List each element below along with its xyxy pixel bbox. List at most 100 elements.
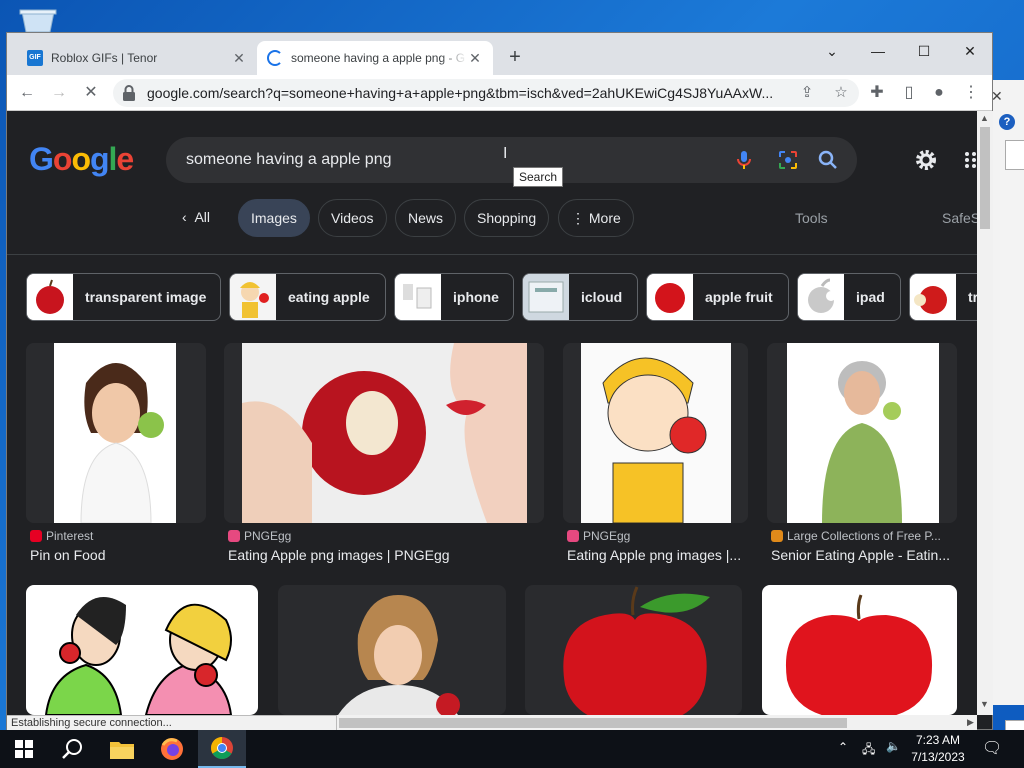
scrollbar-thumb[interactable] — [980, 127, 990, 229]
result-image[interactable] — [26, 585, 258, 715]
file-explorer-button[interactable] — [98, 730, 146, 768]
menu-kebab-icon[interactable]: ⋮ — [959, 81, 983, 105]
tab-tenor[interactable]: GIF Roblox GIFs | Tenor ✕ — [17, 41, 257, 75]
volume-muted-icon[interactable]: 🔈 — [886, 739, 901, 768]
show-hidden-icons-chevron-icon[interactable]: ⌃ — [838, 740, 848, 768]
image-result[interactable] — [762, 585, 957, 715]
image-result[interactable] — [278, 585, 506, 715]
image-result[interactable]: Pinterest Pin on Food — [26, 343, 206, 583]
minimize-icon[interactable]: — — [855, 37, 901, 65]
related-search-chip[interactable]: icloud — [522, 273, 638, 321]
help-icon[interactable]: ? — [999, 114, 1015, 130]
search-query[interactable]: someone having a apple png — [186, 137, 392, 183]
filter-label: All — [194, 209, 211, 225]
result-image[interactable] — [525, 585, 742, 715]
start-button[interactable] — [0, 730, 48, 768]
status-bar: Establishing secure connection... — [7, 715, 337, 731]
image-result[interactable] — [26, 585, 258, 715]
clock[interactable]: 7:23 AM 7/13/2023 — [906, 732, 970, 766]
apple-thumbnail — [647, 274, 693, 320]
related-search-chip[interactable]: apple fruit — [646, 273, 789, 321]
tab-search-chevron-icon[interactable]: ⌄ — [809, 37, 855, 65]
settings-gear-icon[interactable] — [913, 147, 939, 173]
result-source[interactable]: Large Collections of Free P... — [771, 529, 941, 543]
related-search-chip[interactable]: transparent image — [26, 273, 221, 321]
result-image[interactable] — [767, 343, 957, 523]
share-icon[interactable]: ⇪ — [795, 81, 819, 105]
tab-google-images[interactable]: someone having a apple png - G ✕ — [257, 41, 493, 75]
maximize-icon[interactable]: ☐ — [901, 37, 947, 65]
stop-icon[interactable]: ✕ — [79, 81, 103, 105]
scroll-down-icon[interactable]: ▼ — [980, 699, 989, 709]
chevron-left-icon: ‹ — [182, 209, 195, 225]
result-image[interactable] — [224, 343, 544, 523]
google-apps-icon[interactable] — [964, 151, 977, 169]
image-result[interactable]: PNGEgg Eating Apple png images |... — [563, 343, 748, 583]
result-image[interactable] — [563, 343, 748, 523]
google-lens-icon[interactable] — [776, 148, 800, 172]
related-search-chip[interactable]: eating apple — [229, 273, 386, 321]
extensions-icon[interactable]: ✚ — [865, 81, 889, 105]
lock-icon[interactable] — [121, 84, 137, 102]
close-tab-icon[interactable]: ✕ — [467, 50, 483, 67]
scrollbar-thumb[interactable] — [339, 718, 847, 728]
firefox-button[interactable] — [148, 730, 196, 768]
result-source[interactable]: Pinterest — [30, 529, 93, 543]
related-search-chip[interactable]: ipad — [797, 273, 901, 321]
result-image[interactable] — [278, 585, 506, 715]
side-panel-icon[interactable]: ▯ — [897, 81, 921, 105]
source-label: Large Collections of Free P... — [787, 529, 941, 543]
image-result[interactable] — [525, 585, 742, 715]
voice-search-mic-icon[interactable] — [732, 148, 756, 172]
address-bar[interactable]: google.com/search?q=someone+having+a+app… — [113, 79, 859, 107]
filter-videos[interactable]: Videos — [318, 199, 387, 237]
filter-news[interactable]: News — [395, 199, 457, 237]
network-icon[interactable]: 🖧 — [862, 740, 875, 768]
horizontal-scrollbar[interactable]: ▶ — [337, 715, 977, 731]
filter-all[interactable]: ‹ All — [170, 199, 222, 237]
chrome-button[interactable] — [198, 730, 246, 768]
close-tab-icon[interactable]: ✕ — [231, 50, 247, 67]
google-logo[interactable]: Google — [29, 141, 134, 178]
back-icon[interactable]: ← — [15, 81, 39, 105]
scroll-up-icon[interactable]: ▲ — [980, 113, 989, 123]
filter-more[interactable]: ⋮ More — [558, 199, 634, 237]
scroll-right-icon[interactable]: ▶ — [967, 717, 974, 728]
related-search-label: ipad — [856, 289, 885, 305]
recycle-bin-icon[interactable] — [18, 6, 58, 32]
result-title[interactable]: Pin on Food — [30, 547, 206, 563]
bookmark-star-icon[interactable]: ☆ — [829, 81, 853, 105]
notification-center-icon[interactable]: 🗨 — [982, 738, 1002, 768]
result-source[interactable]: PNGEgg — [567, 529, 630, 543]
new-tab-icon[interactable]: + — [505, 45, 525, 69]
vertical-scrollbar[interactable]: ▲ ▼ — [977, 111, 993, 715]
browser-toolbar: ← → ✕ google.com/search?q=someone+having… — [7, 75, 992, 111]
filter-images[interactable]: Images — [238, 199, 310, 237]
url-text[interactable]: google.com/search?q=someone+having+a+app… — [147, 79, 807, 107]
search-icon[interactable] — [816, 148, 840, 172]
search-box[interactable]: someone having a apple png — [166, 137, 857, 183]
filter-shopping[interactable]: Shopping — [464, 199, 550, 237]
safesearch-button[interactable]: SafeS — [942, 199, 977, 237]
result-source[interactable]: PNGEgg — [228, 529, 291, 543]
divider — [7, 254, 977, 255]
result-image[interactable] — [26, 343, 206, 523]
result-title[interactable]: Senior Eating Apple - Eatin... — [771, 547, 957, 563]
related-search-chip[interactable]: iphone — [394, 273, 514, 321]
related-search-label: iphone — [453, 289, 499, 305]
cartoon-thumbnail — [230, 274, 276, 320]
image-result[interactable]: PNGEgg Eating Apple png images | PNGEgg — [224, 343, 544, 583]
result-title[interactable]: Eating Apple png images |... — [567, 547, 748, 563]
close-window-icon[interactable]: ✕ — [947, 37, 993, 65]
related-search-chip[interactable]: tr — [909, 273, 977, 321]
image-result[interactable]: Large Collections of Free P... Senior Ea… — [767, 343, 957, 583]
forward-icon[interactable]: → — [47, 81, 71, 105]
taskbar-search-button[interactable] — [48, 730, 96, 768]
result-title[interactable]: Eating Apple png images | PNGEgg — [228, 547, 544, 563]
result-image[interactable] — [762, 585, 957, 715]
tools-button[interactable]: Tools — [795, 199, 828, 237]
pinterest-favicon-icon — [30, 530, 42, 542]
profile-avatar-icon[interactable]: ● — [927, 81, 951, 105]
chrome-window: GIF Roblox GIFs | Tenor ✕ someone having… — [6, 32, 993, 731]
tab-title: someone having a apple png - G — [291, 51, 466, 65]
